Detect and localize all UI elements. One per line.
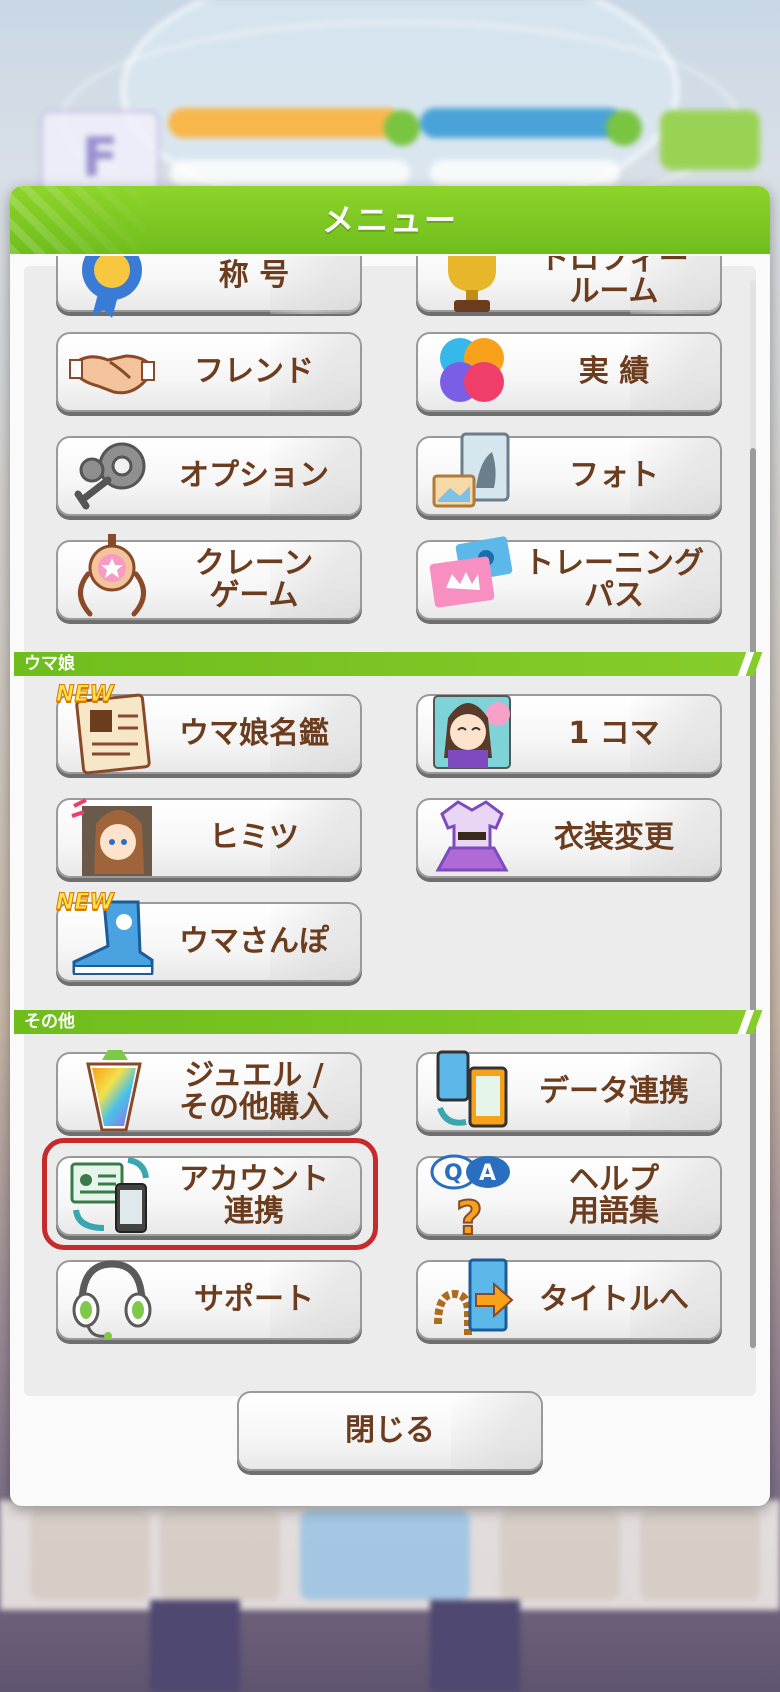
handshake-icon [69,354,155,395]
phones-sync-icon [436,1050,508,1128]
menu-button-training-pass[interactable]: トレーニング パス [416,536,722,620]
menu-label: データ連携 [539,1074,689,1109]
background-stamina-bar [168,108,403,138]
background-tp-bar [420,108,625,138]
section-label: ウマ娘 [24,654,75,674]
menu-label: ジュエル / その他購入 [179,1058,329,1125]
character-secret-icon [71,798,152,876]
new-badge: NEW [56,682,115,708]
costume-icon [435,800,509,872]
photo-frame-icon [432,432,510,508]
headset-icon [72,1260,152,1340]
menu-button-friend[interactable]: フレンド [56,332,362,412]
menu-label: サポート [194,1282,314,1317]
menu-button-help[interactable]: Q A ? ヘルプ 用語集 [416,1154,722,1238]
background-character-leg [430,1600,520,1692]
svg-text:?: ? [456,1191,483,1238]
menu-label: トレーニング パス [524,546,704,613]
background-character-leg [150,1600,240,1692]
section-label: その他 [24,1012,75,1032]
bubbles-icon [440,338,504,402]
menu-label: フレンド [194,354,314,389]
menu-button-to-title[interactable]: タイトルへ [416,1258,722,1340]
character-portrait-icon [433,695,511,769]
menu-button-photo[interactable]: フォト [416,432,722,516]
menu-button-uma-dex[interactable]: NEW ウマ娘名鑑 [56,682,362,775]
help-bubble-icon: Q A ? [430,1154,510,1238]
menu-label: オプション [179,458,329,493]
menu-label: 1 コマ [568,716,660,751]
menu-label: ヒミツ [209,820,299,855]
background-footer [0,1500,780,1610]
ticket-icon [429,536,513,608]
menu-button-uma-walk[interactable]: NEW ウマさんぽ [56,890,362,982]
menu-label: タイトルへ [539,1282,689,1317]
menu-label: 実 績 [578,354,650,389]
menu-button-data-link[interactable]: データ連携 [416,1050,722,1132]
menu-label: クレーン ゲーム [194,546,314,613]
menu-label: ウマ娘名鑑 [179,716,329,751]
menu-button-crane-game[interactable]: クレーン ゲーム [56,534,362,620]
menu-label: ウマさんぽ [179,924,329,959]
background-jewel-bar [430,160,620,186]
exit-door-icon [434,1258,514,1338]
menu-label: 衣装変更 [554,820,674,855]
background-money-bar [170,160,410,186]
scrollbar-thumb[interactable] [750,448,756,1348]
dialog-title: メニュー [321,201,458,239]
menu-button-costume[interactable]: 衣装変更 [416,798,722,878]
highlight-frame [42,1138,378,1250]
menu-label: ヘルプ 用語集 [569,1162,659,1229]
menu-button-option[interactable]: オプション [56,436,362,516]
background-plus-button [384,110,420,146]
background-green-button [660,110,760,170]
section-header-uma: ウマ娘 [14,652,763,676]
new-badge: NEW [56,890,115,916]
menu-label: フォト [569,458,659,493]
menu-button-support[interactable]: サポート [56,1260,362,1340]
svg-text:A: A [479,1161,496,1186]
menu-button-jewel[interactable]: ジュエル / その他購入 [56,1050,362,1132]
menu-button-achievement[interactable]: 実 績 [416,332,722,412]
dialog-header: メニュー [10,186,770,254]
svg-text:Q: Q [444,1161,463,1186]
background-plus-button [606,110,642,146]
close-button[interactable]: 閉じる [237,1391,543,1471]
jewel-icon [86,1050,142,1132]
menu-button-one-koma[interactable]: 1 コマ [416,694,722,774]
gear-icon [74,442,146,510]
close-label: 閉じる [345,1413,435,1448]
menu-button-secret[interactable]: ヒミツ [56,798,362,878]
section-header-other: その他 [14,1010,763,1034]
crane-claw-icon [78,534,146,617]
